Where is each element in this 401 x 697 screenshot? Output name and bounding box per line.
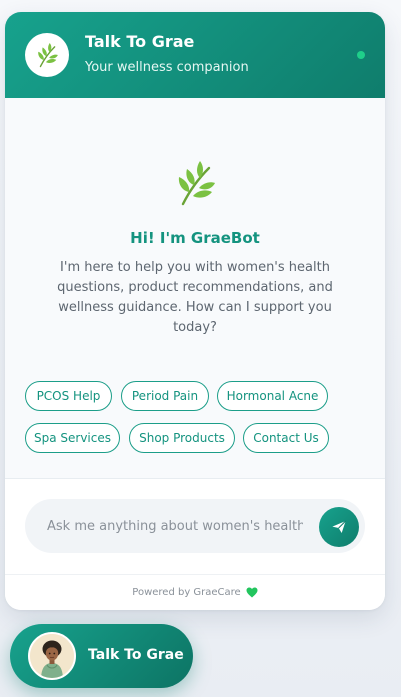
- welcome-message: I'm here to help you with women's health…: [57, 260, 333, 335]
- quick-reply-hormonal-acne[interactable]: Hormonal Acne: [217, 381, 328, 411]
- launcher-label: Talk To Grae: [88, 647, 184, 663]
- header-title: Talk To Grae: [85, 32, 195, 51]
- header-subtitle: Your wellness companion: [85, 60, 249, 75]
- heart-icon: [246, 587, 258, 598]
- send-button[interactable]: [319, 507, 359, 547]
- leaf-icon: [178, 161, 215, 206]
- send-icon: [332, 520, 347, 533]
- chat-header: Talk To Grae Your wellness companion: [5, 12, 385, 98]
- quick-reply-period-pain[interactable]: Period Pain: [121, 381, 209, 411]
- quick-reply-shop-products[interactable]: Shop Products: [129, 423, 235, 453]
- header-avatar: [25, 33, 69, 77]
- welcome-title: Hi! I'm GraeBot: [130, 229, 260, 247]
- message-input[interactable]: [25, 499, 365, 553]
- chat-footer: Powered by GraeCare: [5, 574, 385, 610]
- message-composer: [5, 478, 385, 574]
- quick-reply-contact-us[interactable]: Contact Us: [243, 423, 329, 453]
- quick-reply-pcos-help[interactable]: PCOS Help: [25, 381, 112, 411]
- leaf-icon: [38, 43, 58, 68]
- quick-reply-spa-services[interactable]: Spa Services: [25, 423, 120, 453]
- chat-messages: Hi! I'm GraeBot I'm here to help you wit…: [5, 98, 385, 478]
- avatar: [28, 632, 76, 680]
- chat-window: Talk To Grae Your wellness companion Hi!…: [5, 12, 385, 610]
- powered-by-text: Powered by GraeCare: [132, 587, 241, 598]
- chat-launcher-button[interactable]: Talk To Grae: [10, 624, 193, 688]
- online-status-indicator: [357, 51, 365, 59]
